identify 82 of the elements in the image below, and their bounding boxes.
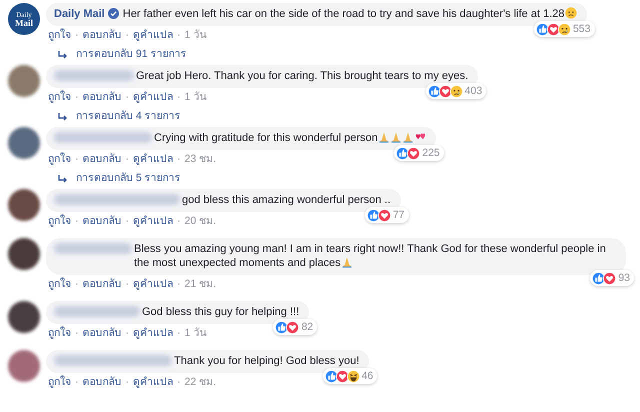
comment-text: Her father even left his car on the side of the road to try and save his daughter's life at 1.28 — [122, 7, 576, 21]
avatar-placeholder[interactable] — [8, 127, 40, 159]
comment-action-link[interactable]: ดูคำแปล — [133, 215, 173, 228]
heart-reaction-icon — [378, 208, 391, 222]
heart-reaction-icon — [286, 320, 300, 334]
separator-dot: · — [177, 91, 180, 104]
separator-dot: · — [177, 215, 180, 228]
comment-action-link[interactable]: ตอบกลับ — [82, 91, 122, 104]
comment-action-link[interactable]: ตอบกลับ — [82, 376, 122, 389]
separator-dot: · — [75, 215, 78, 228]
comment-action-link[interactable]: ตอบกลับ — [82, 327, 122, 340]
reaction-count: 93 — [618, 271, 630, 285]
reaction-count: 82 — [301, 320, 314, 334]
heart-reaction-icon — [603, 272, 616, 284]
author-name[interactable]: Daily Mail — [54, 7, 105, 21]
separator-dot: · — [75, 327, 78, 340]
reply-arrow-icon — [58, 50, 68, 60]
comment-text: god bless this amazing wonderful person .. — [182, 193, 391, 207]
comment-action-link[interactable]: ดูคำแปล — [133, 376, 173, 389]
separator-dot: · — [126, 327, 129, 340]
reply-arrow-icon — [58, 174, 68, 184]
separator-dot: · — [75, 91, 78, 104]
avatar-placeholder[interactable] — [8, 238, 40, 270]
comment-action-link[interactable]: ถูกใจ — [48, 215, 71, 228]
heart-reaction-icon — [407, 146, 420, 160]
comment-action-link[interactable]: ดูคำแปล — [133, 278, 173, 291]
avatar-placeholder[interactable] — [8, 189, 40, 221]
heart-reaction-icon — [336, 370, 349, 382]
view-replies-link[interactable]: การตอบกลับ 91 รายการ — [8, 42, 632, 65]
sad-reaction-icon — [450, 84, 463, 98]
heart-reaction-icon — [546, 22, 560, 36]
separator-dot: · — [126, 215, 129, 228]
sad-reaction-icon — [558, 22, 571, 36]
comment-action-link[interactable]: ดูคำแปล — [133, 327, 173, 340]
comment-action-link[interactable]: ถูกใจ — [48, 153, 71, 166]
comment-text: Thank you for helping! God bless you! — [174, 354, 360, 368]
comment-action-link[interactable]: ตอบกลับ — [82, 153, 122, 166]
comment-action-link[interactable]: ถูกใจ — [48, 376, 71, 389]
separator-dot: · — [75, 153, 78, 166]
separator-dot: · — [177, 29, 180, 42]
like-reaction-icon — [324, 370, 338, 382]
like-reaction-icon — [536, 22, 549, 36]
reply-arrow-icon — [58, 112, 68, 122]
comment-action-link[interactable]: ถูกใจ — [48, 29, 71, 42]
view-replies-link[interactable]: การตอบกลับ 5 รายการ — [8, 166, 632, 189]
reaction-count: 225 — [422, 146, 440, 160]
like-reaction-icon — [366, 208, 380, 222]
reaction-count: 553 — [572, 22, 590, 36]
separator-dot: · — [126, 376, 129, 389]
reaction-count: 46 — [362, 369, 374, 383]
comment-text: Bless you amazing young man! I am in tears right now!! Thank God for these wonderful people in the most unexpected moments and places — [134, 242, 607, 270]
comment-text: Great job Hero. Thank you for caring. This brought tears to my eyes. — [136, 69, 468, 83]
like-reaction-icon — [428, 84, 441, 98]
separator-dot: · — [75, 278, 78, 291]
avatar-placeholder[interactable] — [8, 301, 40, 333]
comment-text: Crying with gratitude for this wonderful person — [154, 131, 426, 145]
comment-text: God bless this guy for helping !!! — [142, 305, 300, 319]
separator-dot: · — [126, 278, 129, 291]
comment-action-link[interactable]: ถูกใจ — [48, 91, 71, 104]
separator-dot: · — [75, 29, 78, 42]
separator-dot: · — [177, 376, 180, 389]
laughing-reaction-icon — [346, 370, 360, 382]
reaction-count: 77 — [392, 208, 405, 222]
comment-action-link[interactable]: ถูกใจ — [48, 278, 71, 291]
comment-action-link[interactable]: ถูกใจ — [48, 327, 71, 340]
heart-reaction-icon — [438, 84, 452, 98]
comment-action-link[interactable]: ตอบกลับ — [82, 215, 122, 228]
comment-action-link[interactable]: ตอบกลับ — [82, 29, 122, 42]
reaction-count: 403 — [464, 84, 482, 98]
separator-dot: · — [177, 327, 180, 340]
separator-dot: · — [126, 153, 129, 166]
separator-dot: · — [177, 278, 180, 291]
separator-dot: · — [177, 153, 180, 166]
separator-dot: · — [126, 29, 129, 42]
comment-action-link[interactable]: ดูคำแปล — [133, 29, 173, 42]
worried-face-icon — [564, 7, 576, 19]
comment-action-link[interactable]: ดูคำแปล — [133, 91, 173, 104]
separator-dot: · — [75, 376, 78, 389]
view-replies-link[interactable]: การตอบกลับ 4 รายการ — [8, 104, 632, 127]
comment-action-link[interactable]: ดูคำแปล — [133, 153, 173, 166]
separator-dot: · — [126, 91, 129, 104]
comment-action-link[interactable]: ตอบกลับ — [82, 278, 122, 291]
